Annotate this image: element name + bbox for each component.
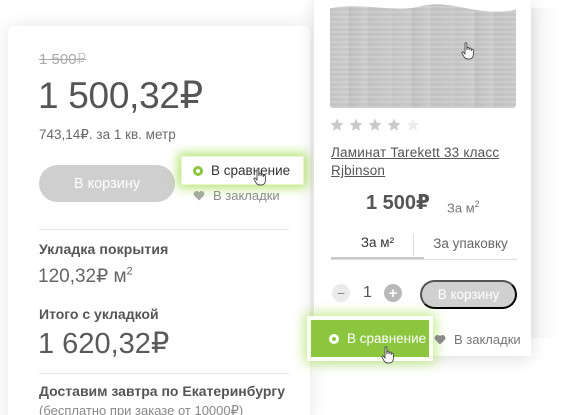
compare-button[interactable]: В сравнение	[311, 320, 429, 357]
bookmark-link[interactable]: В закладки	[193, 188, 280, 203]
tab-per-package[interactable]: За упаковку	[424, 227, 517, 259]
compare-button-hover[interactable]: В сравнение	[181, 156, 304, 185]
add-to-cart-button[interactable]: В корзину	[39, 165, 175, 202]
star-icon[interactable]	[330, 118, 344, 132]
price-unit: За м2	[447, 199, 480, 216]
total-price: 1 620,32₽	[38, 328, 170, 360]
compare-label: В сравнение	[211, 163, 291, 178]
radio-dot-icon	[193, 165, 203, 176]
current-price: 1 500,32₽	[38, 75, 203, 116]
product-title-link[interactable]: Ламинат Tarekett 33 класс Rjbinson	[331, 144, 511, 180]
star-icon[interactable]	[349, 118, 363, 132]
bookmark-link[interactable]: В закладки	[434, 332, 521, 347]
laying-label: Укладка покрытия	[39, 241, 169, 257]
minus-icon[interactable]: −	[332, 284, 350, 302]
delivery-info: Доставим завтра по Екатеринбургу	[39, 383, 285, 399]
rating-stars[interactable]	[330, 118, 420, 132]
tab-per-meter[interactable]: За м²	[331, 227, 424, 259]
hand-cursor-icon	[253, 168, 266, 186]
laying-price: 120,32₽ м2	[38, 265, 133, 287]
total-label: Итого с укладкой	[39, 306, 159, 322]
old-price: 1 500₽	[39, 51, 87, 68]
card-shadow	[531, 8, 561, 338]
bookmark-label: В закладки	[213, 188, 280, 203]
price-panel: 1 500₽ 1 500,32₽ 743,14₽. за 1 кв. метр …	[8, 26, 310, 415]
product-price: 1 500₽	[366, 192, 430, 214]
quantity-value[interactable]: 1	[363, 284, 372, 302]
add-to-cart-button[interactable]: В корзину	[420, 280, 517, 309]
heart-icon	[434, 335, 446, 345]
tab-separator	[413, 234, 414, 256]
star-icon[interactable]	[368, 118, 382, 132]
heart-icon	[193, 191, 205, 201]
bookmark-label: В закладки	[454, 332, 521, 347]
star-icon[interactable]	[387, 118, 401, 132]
image-top-edge	[322, 0, 522, 12]
quantity-stepper: − 1 +	[332, 284, 402, 302]
compare-label: В сравнение	[347, 331, 427, 346]
divider	[39, 229, 289, 230]
unit-tabs: За м² За упаковку	[331, 227, 517, 260]
hand-cursor-icon	[461, 42, 474, 60]
star-icon[interactable]	[406, 118, 420, 132]
price-per-meter: 743,14₽. за 1 кв. метр	[39, 127, 176, 142]
divider	[39, 373, 289, 374]
plus-icon[interactable]: +	[384, 284, 402, 302]
delivery-note: (бесплатно при заказе от 10000₽)	[39, 403, 244, 415]
radio-dot-icon	[329, 333, 339, 344]
hand-cursor-icon	[381, 346, 394, 364]
